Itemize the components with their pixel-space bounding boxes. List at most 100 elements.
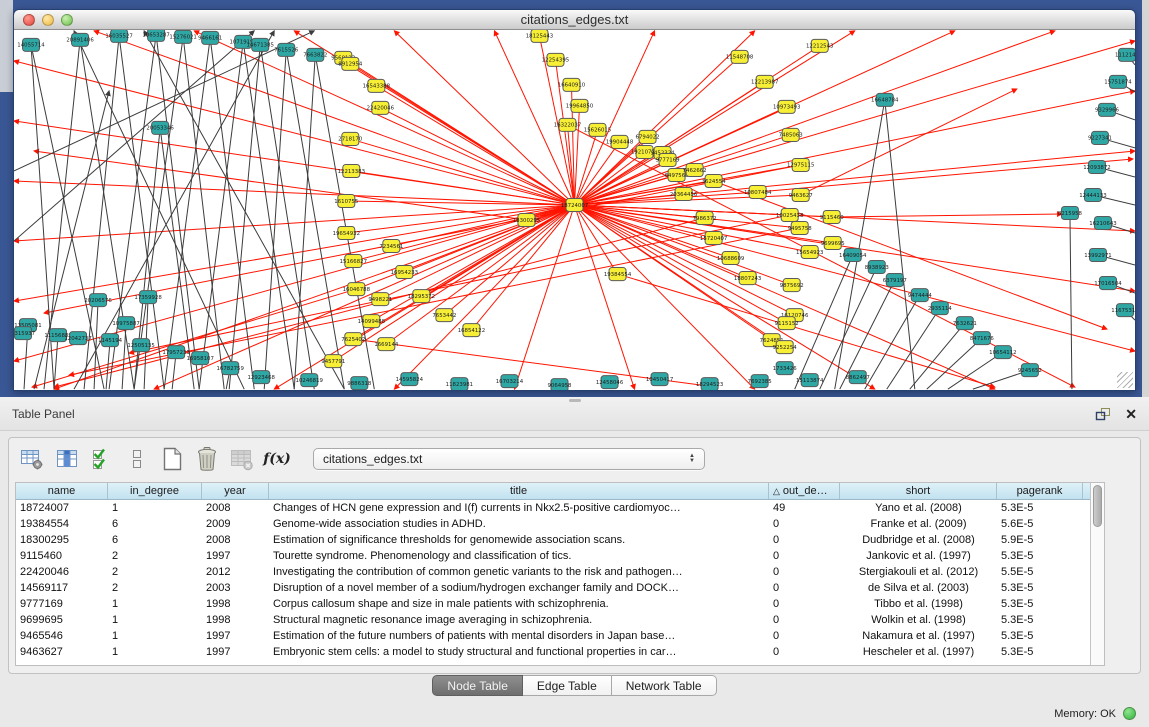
graph-node[interactable]: 9227341	[1088, 131, 1112, 144]
table-row[interactable]: 946362711997Embryonic stem cells: a mode…	[16, 644, 1090, 660]
graph-node[interactable]: 15751874	[1104, 75, 1132, 88]
table-row[interactable]: 977716911998Corpus callosum shape and si…	[16, 596, 1090, 612]
graph-node[interactable]: 6794022	[636, 130, 660, 143]
graph-node[interactable]: 7234561	[379, 240, 403, 253]
graph-node[interactable]: 10450417	[646, 373, 673, 386]
graph-node[interactable]: 9777169	[656, 153, 681, 166]
graph-node[interactable]: 9466161	[198, 31, 222, 44]
graph-node[interactable]: 9115152	[775, 317, 799, 330]
graph-node[interactable]: 17359928	[134, 291, 162, 304]
graph-node[interactable]: 16703214	[496, 375, 524, 388]
graph-node[interactable]: 8471676	[970, 332, 995, 345]
graph-node[interactable]: 15276021	[169, 30, 196, 43]
graph-node[interactable]: 16648784	[871, 93, 899, 106]
graph-node[interactable]: 1112147	[1115, 48, 1135, 61]
graph-node[interactable]: 16854122	[458, 324, 485, 337]
tab-network-table[interactable]: Network Table	[612, 675, 717, 696]
graph-node[interactable]: 10688609	[717, 252, 745, 265]
graph-node[interactable]: 9252254	[773, 341, 798, 354]
window-resize-grip[interactable]	[1117, 372, 1133, 388]
graph-node[interactable]: 11675312	[1111, 304, 1135, 317]
graph-node[interactable]: 1733426	[773, 362, 798, 375]
network-graph[interactable]: 1872400795601238912954165433882242004627…	[14, 30, 1135, 390]
graph-node[interactable]: 9064958	[547, 379, 572, 390]
graph-node[interactable]: 1669144	[374, 338, 399, 351]
graph-node[interactable]: 12505135	[127, 339, 154, 352]
new-document-icon[interactable]	[159, 446, 185, 472]
graph-node[interactable]: 11823981	[446, 378, 473, 390]
graph-node[interactable]: 3624554	[702, 174, 727, 187]
graph-node[interactable]: 16543388	[363, 79, 391, 92]
network-window-titlebar[interactable]: citations_edges.txt	[14, 10, 1135, 30]
graph-node[interactable]: 12213383	[338, 164, 365, 177]
graph-node[interactable]: 18294523	[696, 378, 723, 390]
column-header-short[interactable]: short	[840, 483, 997, 499]
show-columns-checklist-icon[interactable]	[89, 446, 115, 472]
delete-table-icon[interactable]	[229, 446, 255, 472]
graph-node[interactable]: 12213987	[751, 75, 778, 88]
graph-node[interactable]: 7986372	[693, 212, 717, 225]
table-row[interactable]: 2242004622012Investigating the contribut…	[16, 564, 1090, 580]
table-row[interactable]: 969969511998Structural magnetic resonanc…	[16, 612, 1090, 628]
graph-node[interactable]: 7485063	[779, 128, 803, 141]
table-row[interactable]: 946554611997Estimation of the future num…	[16, 628, 1090, 644]
graph-node[interactable]: 16954233	[391, 266, 418, 279]
graph-node[interactable]: 1145194	[98, 334, 123, 347]
row-height-icon[interactable]	[124, 446, 150, 472]
column-header-title[interactable]: title	[269, 483, 769, 499]
graph-node[interactable]: 15166827	[340, 255, 367, 268]
graph-node[interactable]: 10246819	[296, 374, 324, 387]
graph-node[interactable]: 8912954	[338, 57, 363, 70]
graph-node[interactable]: 9498221	[368, 293, 392, 306]
table-mode-icon[interactable]	[19, 446, 45, 472]
graph-node[interactable]: 15654923	[796, 246, 823, 259]
select-columns-icon[interactable]	[54, 446, 80, 472]
graph-node[interactable]: 9875692	[780, 279, 804, 292]
graph-node[interactable]: 9457791	[321, 355, 345, 368]
graph-node[interactable]: 10025438	[776, 208, 804, 221]
table-select-dropdown[interactable]: citations_edges.txt ▲▼	[313, 448, 705, 470]
graph-node[interactable]: 12093872	[1083, 160, 1110, 173]
graph-node[interactable]: 19964850	[566, 99, 594, 112]
graph-node[interactable]: 9699695	[821, 237, 845, 250]
graph-node[interactable]: 7625402	[341, 333, 365, 346]
graph-node[interactable]: 16210643	[1089, 217, 1116, 230]
graph-node[interactable]: 10653287	[142, 30, 169, 41]
graph-node[interactable]: 7615526	[274, 43, 299, 56]
column-header-in-degree[interactable]: in_degree	[108, 483, 202, 499]
graph-node[interactable]: 16782759	[216, 362, 244, 375]
graph-node[interactable]: 16409054	[839, 249, 867, 262]
graph-node[interactable]: 16035527	[105, 30, 132, 42]
graph-node[interactable]: 20891406	[66, 33, 94, 46]
column-header-year[interactable]: year	[202, 483, 269, 499]
graph-node[interactable]: 11548708	[726, 50, 754, 63]
graph-node[interactable]: 12212543	[806, 39, 833, 52]
close-window-button[interactable]	[23, 14, 35, 26]
table-row[interactable]: 1872400712008Changes of HCN gene express…	[16, 500, 1090, 516]
graph-node[interactable]: 19654932	[333, 227, 360, 240]
table-row[interactable]: 911546021997Tourette syndrome. Phenomeno…	[16, 548, 1090, 564]
scrollbar-thumb[interactable]	[1093, 485, 1102, 527]
graph-node[interactable]: 17016504	[1094, 277, 1122, 290]
graph-node[interactable]: 16046788	[343, 283, 371, 296]
graph-node[interactable]: 12458046	[596, 376, 624, 389]
tab-edge-table[interactable]: Edge Table	[523, 675, 612, 696]
graph-node[interactable]: 9315937	[14, 327, 35, 340]
graph-node[interactable]: 9245652	[1018, 364, 1042, 377]
graph-node[interactable]: 2718170	[338, 132, 363, 145]
graph-node[interactable]: 7692385	[748, 375, 772, 388]
float-panel-icon[interactable]	[1095, 407, 1111, 421]
graph-node[interactable]: 13992971	[1084, 249, 1111, 262]
delete-trash-icon[interactable]	[194, 446, 220, 472]
graph-node[interactable]: 16640910	[558, 78, 586, 91]
graph-node[interactable]: 8215958	[1058, 206, 1083, 219]
table-row[interactable]: 1938455462009Genome-wide association stu…	[16, 516, 1090, 532]
column-header-out-de-[interactable]: △out_de…	[769, 483, 840, 499]
zoom-window-button[interactable]	[61, 14, 73, 26]
graph-node[interactable]: 19384554	[604, 268, 632, 281]
graph-node[interactable]: 7663822	[303, 48, 327, 61]
graph-node[interactable]: 10654112	[989, 346, 1016, 359]
function-builder-icon[interactable]: f(x)	[264, 446, 290, 472]
graph-node[interactable]: 7653442	[432, 309, 456, 322]
column-header-pagerank[interactable]: pagerank	[997, 483, 1083, 499]
